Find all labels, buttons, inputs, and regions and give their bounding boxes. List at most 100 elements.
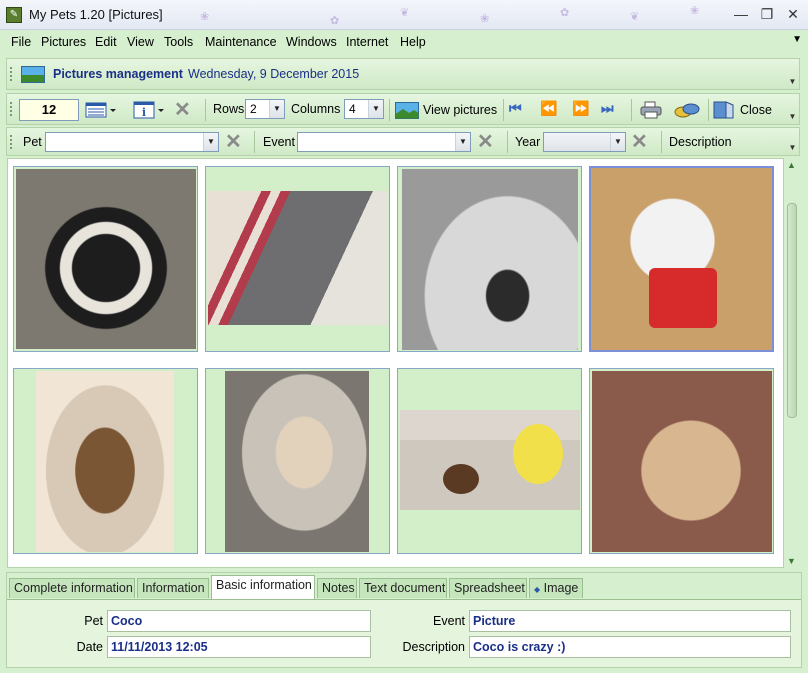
coins-icon xyxy=(674,103,700,118)
picture-cell-selected[interactable] xyxy=(589,166,774,352)
pet-field-label: Pet xyxy=(84,614,103,628)
layout-list-icon xyxy=(85,102,116,118)
pet-field[interactable]: Coco xyxy=(107,610,371,632)
picture-cell[interactable] xyxy=(13,166,198,352)
grip-handle[interactable] xyxy=(10,134,13,149)
separator xyxy=(254,131,255,153)
view-pictures-label: View pictures xyxy=(423,103,498,117)
last-page-icon[interactable]: ⏭ xyxy=(601,100,614,117)
event-filter-label: Event xyxy=(263,135,295,149)
separator xyxy=(507,131,508,153)
menu-view[interactable]: View xyxy=(127,35,154,49)
picture-count-input[interactable]: 12 xyxy=(19,99,79,121)
scroll-thumb[interactable] xyxy=(787,203,797,418)
gallery-scrollbar[interactable]: ▲ ▼ xyxy=(784,158,800,568)
chevron-down-icon[interactable]: ▼ xyxy=(269,100,284,118)
flower-decoration-icon: ❀ xyxy=(690,5,700,17)
menu-edit[interactable]: Edit xyxy=(95,35,117,49)
print-button[interactable] xyxy=(637,99,665,121)
yellow-plush-toy xyxy=(513,424,563,484)
picture-cell[interactable] xyxy=(397,166,582,352)
maximize-button[interactable]: ❐ xyxy=(754,4,780,24)
scroll-down-icon[interactable]: ▼ xyxy=(787,556,796,566)
butterfly-decoration-icon: ❦ xyxy=(400,7,410,19)
menu-pictures[interactable]: Pictures xyxy=(41,35,86,49)
tab-basic-information[interactable]: Basic information xyxy=(211,575,315,599)
next-page-icon[interactable]: ⏩ xyxy=(572,100,589,117)
chevron-down-icon[interactable]: ▼ xyxy=(203,133,218,151)
chevron-down-icon[interactable]: ▼ xyxy=(368,100,383,118)
columns-value: 4 xyxy=(349,102,356,116)
flower-decoration-icon: ✿ xyxy=(560,7,570,19)
date-field[interactable]: 11/11/2013 12:05 xyxy=(107,636,371,658)
event-field[interactable]: Picture xyxy=(469,610,791,632)
minimize-button[interactable]: — xyxy=(728,4,754,24)
tab-text-document[interactable]: Text document xyxy=(359,578,447,598)
view-pictures-button[interactable]: View pictures xyxy=(395,99,501,121)
close-button[interactable]: Close xyxy=(713,99,779,121)
layout-menu-button[interactable] xyxy=(83,99,119,121)
date-field-label: Date xyxy=(76,640,103,654)
info-menu-button[interactable]: i xyxy=(131,99,167,121)
menu-overflow-icon[interactable]: ▼ xyxy=(792,34,802,45)
tab-notes[interactable]: Notes xyxy=(317,578,357,598)
grip-handle[interactable] xyxy=(10,102,13,116)
flower-decoration-icon: ❀ xyxy=(480,13,490,25)
chevron-down-icon[interactable]: ▼ xyxy=(788,59,797,89)
export-button[interactable] xyxy=(671,99,703,121)
close-window-button[interactable]: ✕ xyxy=(780,4,806,24)
picture-cell[interactable] xyxy=(205,368,390,554)
tab-information[interactable]: Information xyxy=(137,578,209,598)
rows-select[interactable]: 2 ▼ xyxy=(245,99,285,119)
butterfly-decoration-icon: ❦ xyxy=(630,11,640,23)
chevron-down-icon[interactable]: ▼ xyxy=(455,133,470,151)
menu-bar: File Pictures Edit View Tools Maintenanc… xyxy=(0,30,808,54)
dog-photo xyxy=(592,371,772,552)
tab-image-label: Image xyxy=(543,581,579,595)
year-filter-label: Year xyxy=(515,135,541,149)
flower-decoration-icon: ❀ xyxy=(200,11,210,23)
grip-handle[interactable] xyxy=(10,67,13,81)
image-tab-icon: ◆ xyxy=(534,585,541,594)
picture-cell[interactable] xyxy=(397,368,582,554)
year-filter-select[interactable]: ▼ xyxy=(543,132,626,152)
description-field[interactable]: Coco is crazy :) xyxy=(469,636,791,658)
printer-icon xyxy=(640,101,662,119)
dog-photo xyxy=(402,169,578,350)
clear-year-x-icon[interactable]: ✕ xyxy=(631,132,648,152)
title-bar: ✎ My Pets 1.20 [Pictures] ❀ ✿ ❦ ❀ ✿ ❦ ❀ … xyxy=(0,0,808,30)
clear-event-x-icon[interactable]: ✕ xyxy=(477,132,494,152)
exit-door-icon xyxy=(713,101,734,119)
menu-windows[interactable]: Windows xyxy=(286,35,337,49)
rows-value: 2 xyxy=(250,102,257,116)
scroll-up-icon[interactable]: ▲ xyxy=(787,160,796,170)
tab-spreadsheet[interactable]: Spreadsheet xyxy=(449,578,527,598)
clear-x-icon[interactable]: ✕ xyxy=(174,100,191,120)
first-page-icon[interactable]: ⏮ xyxy=(509,100,522,117)
menu-file[interactable]: File xyxy=(11,35,31,49)
menu-internet[interactable]: Internet xyxy=(346,35,388,49)
picture-cell[interactable] xyxy=(205,166,390,352)
event-filter-select[interactable]: ▼ xyxy=(297,132,471,152)
chevron-down-icon[interactable]: ▼ xyxy=(788,128,797,155)
header-bar: Pictures management Wednesday, 9 Decembe… xyxy=(6,58,800,90)
picture-cell[interactable] xyxy=(589,368,774,554)
menu-maintenance[interactable]: Maintenance xyxy=(205,35,277,49)
menu-help[interactable]: Help xyxy=(400,35,426,49)
chevron-down-icon[interactable]: ▼ xyxy=(610,133,625,151)
window-title: My Pets 1.20 [Pictures] xyxy=(29,7,163,22)
tab-complete-information[interactable]: Complete information xyxy=(9,578,135,598)
page-date: Wednesday, 9 December 2015 xyxy=(188,67,360,81)
close-label: Close xyxy=(740,103,772,117)
landscape-picture-icon xyxy=(395,101,419,119)
menu-tools[interactable]: Tools xyxy=(164,35,193,49)
separator xyxy=(503,99,504,121)
tab-image[interactable]: ◆ Image xyxy=(529,578,583,598)
picture-cell[interactable] xyxy=(13,368,198,554)
pet-filter-select[interactable]: ▼ xyxy=(45,132,219,152)
separator xyxy=(631,99,632,121)
columns-select[interactable]: 4 ▼ xyxy=(344,99,384,119)
previous-page-icon[interactable]: ⏪ xyxy=(540,100,557,117)
clear-pet-x-icon[interactable]: ✕ xyxy=(225,132,242,152)
chevron-down-icon[interactable]: ▼ xyxy=(788,94,797,124)
